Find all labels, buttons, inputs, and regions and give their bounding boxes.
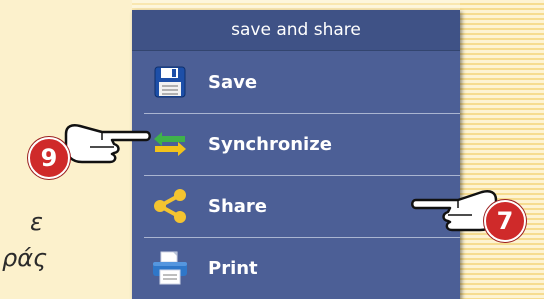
sync-arrows-icon <box>146 124 194 164</box>
menu-item-save-label: Save <box>208 71 258 93</box>
callout-badge-9: 9 <box>28 137 70 179</box>
menu-item-share-label: Share <box>208 195 268 217</box>
floppy-disk-icon <box>146 62 194 102</box>
panel-title: save and share <box>132 10 460 51</box>
save-and-share-panel: save and share Save Synchronize Share Pr… <box>132 10 460 299</box>
pointing-hand-right-icon <box>64 124 151 164</box>
menu-item-print-label: Print <box>208 257 258 279</box>
background-text-line-1: ε <box>30 208 43 236</box>
share-icon <box>146 186 194 226</box>
menu-item-save[interactable]: Save <box>132 51 460 113</box>
printer-icon <box>146 248 194 288</box>
menu-item-synchronize-label: Synchronize <box>208 133 332 155</box>
menu-item-synchronize[interactable]: Synchronize <box>132 113 460 175</box>
paper-background-right <box>460 0 544 299</box>
callout-badge-7: 7 <box>484 200 526 242</box>
menu-item-print[interactable]: Print <box>132 237 460 299</box>
background-text-line-2: ράς <box>2 244 48 272</box>
